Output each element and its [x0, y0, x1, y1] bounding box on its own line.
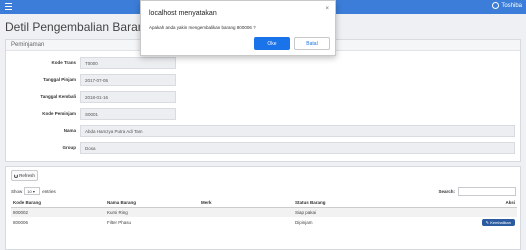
column-header-merk[interactable]: Merk: [199, 198, 293, 208]
confirm-dialog: localhost menyatakan × Apakah anda yakin…: [140, 0, 336, 56]
close-icon[interactable]: ×: [325, 6, 329, 12]
entries-label: entries: [42, 188, 56, 194]
field-tanggal-pinjam: Tanggal Pinjam 2017-07-05: [6, 74, 520, 86]
user-menu[interactable]: Toshiba: [492, 2, 522, 9]
table-header-row: Kode Barang Nama Barang Merk Status Bara…: [11, 198, 517, 208]
field-kode-peminjam: Kode Peminjam S0001: [6, 108, 520, 120]
entries-length-control: Show 10 ▾ entries: [11, 187, 56, 195]
ok-button[interactable]: Oke: [254, 37, 290, 50]
field-tanggal-kembali: Tanggal Kembali 2018-01-16: [6, 91, 520, 103]
show-label: Show: [11, 188, 23, 194]
cell-nama: Filter Phasu: [107, 220, 132, 225]
search-label: Search:: [438, 189, 455, 194]
cell-merk: [199, 207, 293, 217]
refresh-label: Refresh: [19, 173, 35, 178]
dialog-title: localhost menyatakan: [149, 10, 217, 17]
barang-list-panel: Refresh Show 10 ▾ entries Search: Kode B…: [5, 166, 521, 250]
cell-status: Dipinjam: [295, 220, 313, 225]
user-name: Toshiba: [501, 2, 522, 9]
dialog-message: Apakah anda yakin mengembalikan barang 8…: [149, 25, 256, 30]
kembalikan-button[interactable]: ✎ Kembalikan: [481, 219, 515, 226]
refresh-button[interactable]: Refresh: [11, 170, 38, 181]
entries-value: 10: [27, 189, 32, 194]
column-header-kode[interactable]: Kode Barang: [11, 198, 105, 208]
table-search: Search:: [438, 187, 516, 196]
cell-kode: 800006: [13, 220, 29, 225]
field-group: Group Dosa: [6, 142, 520, 154]
hamburger-menu-icon[interactable]: [5, 3, 12, 10]
field-label: Tanggal Kembali: [40, 94, 76, 99]
cell-merk: [199, 217, 293, 228]
field-kode-trans: Kode Trans T0000: [6, 57, 520, 69]
cell-aksi: [433, 207, 517, 217]
cell-nama: Kursi Ring: [105, 207, 199, 217]
entries-select[interactable]: 10 ▾: [24, 187, 41, 195]
field-nama: Nama Abda Hamzya Putra Adi Tam: [6, 125, 520, 137]
field-label: Tanggal Pinjam: [43, 77, 76, 82]
search-input[interactable]: [458, 187, 516, 196]
table-row: 800002 Kursi Ring Siap pakai: [11, 207, 517, 217]
refresh-icon: [14, 173, 19, 178]
table-row: 800006 Filter Phasu Dipinjam ✎ Kembalika…: [11, 217, 517, 228]
field-value: 2018-01-16: [80, 91, 176, 103]
field-value: Dosa: [80, 142, 515, 154]
field-value: 2017-07-05: [80, 74, 176, 86]
user-avatar-icon: [492, 2, 500, 9]
cell-status: Siap pakai: [293, 207, 433, 217]
field-label: Group: [62, 145, 77, 150]
field-value: S0001: [80, 108, 176, 120]
cancel-button[interactable]: Batal: [294, 37, 330, 50]
field-value: Abda Hamzya Putra Adi Tam: [80, 125, 515, 137]
column-header-nama[interactable]: Nama Barang: [105, 198, 199, 208]
field-value: T0000: [80, 57, 176, 69]
barang-table: Kode Barang Nama Barang Merk Status Bara…: [11, 198, 517, 228]
cell-aksi: ✎ Kembalikan: [433, 217, 517, 228]
cell-kode: 800002: [11, 207, 105, 217]
column-header-aksi[interactable]: Aksi: [433, 198, 517, 208]
field-label: Nama: [63, 128, 76, 133]
column-header-status[interactable]: Status Barang: [293, 198, 433, 208]
page-title: Detil Pengembalian Barang: [5, 20, 152, 34]
peminjaman-panel: Peminjaman Kode Trans T0000 Tanggal Pinj…: [5, 39, 521, 162]
kembalikan-label: Kembalikan: [490, 220, 511, 225]
field-label: Kode Peminjam: [42, 111, 76, 116]
field-label: Kode Trans: [51, 60, 76, 65]
